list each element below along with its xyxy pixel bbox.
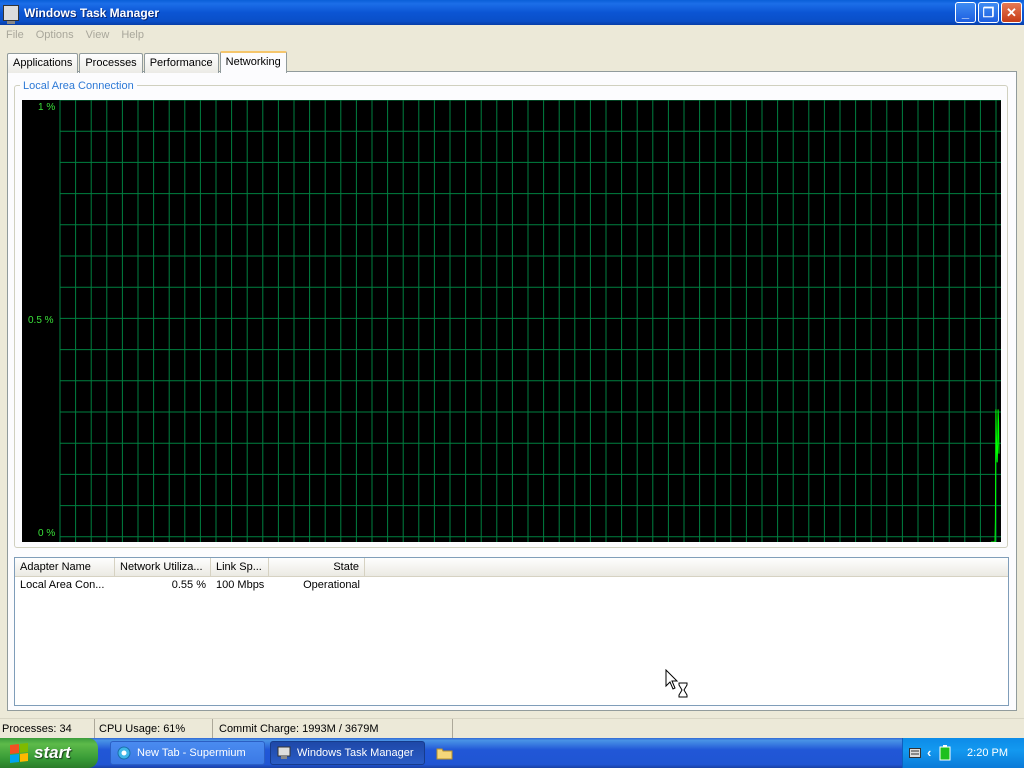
y-tick-label: 0.5 % xyxy=(28,315,54,326)
y-tick-label: 0 % xyxy=(38,528,56,539)
adapter-list[interactable]: Adapter Name Network Utiliza... Link Sp.… xyxy=(14,557,1009,706)
restore-button[interactable]: ❐ xyxy=(978,2,999,23)
menu-options[interactable]: Options xyxy=(30,29,80,41)
column-adapter-name[interactable]: Adapter Name xyxy=(15,558,115,577)
list-header: Adapter Name Network Utiliza... Link Sp.… xyxy=(15,558,1008,577)
series-line xyxy=(991,409,1000,543)
start-button[interactable]: start xyxy=(0,738,98,768)
menu-bar: File Options View Help xyxy=(0,25,1024,44)
network-graph: 1 % 0.5 % 0 % xyxy=(22,99,1001,543)
minimize-icon: _ xyxy=(961,5,970,20)
menu-view[interactable]: View xyxy=(80,29,116,41)
restore-icon: ❐ xyxy=(982,4,995,20)
task-manager-icon xyxy=(277,746,291,759)
column-state[interactable]: State xyxy=(269,558,365,577)
taskbar-label: New Tab - Supermium xyxy=(137,747,246,759)
window-title: Windows Task Manager xyxy=(24,5,160,20)
graph-title: Local Area Connection xyxy=(20,80,137,92)
start-label: start xyxy=(34,743,71,762)
adapter-name-cell: Local Area Con... xyxy=(20,579,105,591)
network-graph-svg xyxy=(59,99,1001,543)
system-tray: ‹ 2:20 PM xyxy=(902,738,1024,768)
tab-processes[interactable]: Processes xyxy=(79,53,143,73)
menu-help[interactable]: Help xyxy=(115,29,150,41)
windows-logo-icon xyxy=(10,743,28,763)
tab-networking[interactable]: Networking xyxy=(219,51,287,73)
keyboard-icon[interactable] xyxy=(909,748,921,758)
close-button[interactable]: ✕ xyxy=(1001,2,1022,23)
taskbar: start New Tab - Supermium Windows Task M… xyxy=(0,738,1024,768)
tab-performance[interactable]: Performance xyxy=(143,53,219,73)
busy-cursor-icon xyxy=(665,669,688,698)
utilization-cell: 0.55 % xyxy=(171,579,206,591)
tab-strip: Applications Processes Performance Netwo… xyxy=(7,51,288,73)
status-cpu-usage: CPU Usage: 61% xyxy=(95,719,213,739)
column-network-utilization[interactable]: Network Utiliza... xyxy=(115,558,211,577)
taskbar-button-browser[interactable]: New Tab - Supermium xyxy=(110,741,265,765)
taskbar-button-task-manager[interactable]: Windows Task Manager xyxy=(270,741,425,765)
status-bar: Processes: 34 CPU Usage: 61% Commit Char… xyxy=(0,718,1024,739)
status-commit-charge: Commit Charge: 1993M / 3679M xyxy=(213,719,453,739)
menu-file[interactable]: File xyxy=(0,29,30,41)
status-processes: Processes: 34 xyxy=(0,719,95,739)
link-speed-cell: 100 Mbps xyxy=(216,579,265,591)
browser-icon xyxy=(117,746,131,760)
close-icon: ✕ xyxy=(1006,4,1017,20)
tab-applications[interactable]: Applications xyxy=(7,53,79,73)
taskbar-label: Windows Task Manager xyxy=(297,747,414,759)
table-row[interactable]: Local Area Con... 0.55 % 100 Mbps Operat… xyxy=(15,577,1008,593)
y-tick-label: 1 % xyxy=(38,102,56,113)
title-bar[interactable]: Windows Task Manager _ ❐ ✕ xyxy=(0,0,1024,25)
battery-icon[interactable] xyxy=(939,745,951,761)
folder-icon[interactable] xyxy=(436,746,453,760)
task-manager-icon xyxy=(3,4,19,24)
show-hidden-icons-icon[interactable]: ‹ xyxy=(927,745,931,760)
clock[interactable]: 2:20 PM xyxy=(967,747,1008,759)
state-cell: Operational xyxy=(303,579,360,591)
column-link-speed[interactable]: Link Sp... xyxy=(211,558,269,577)
minimize-button[interactable]: _ xyxy=(955,2,976,23)
